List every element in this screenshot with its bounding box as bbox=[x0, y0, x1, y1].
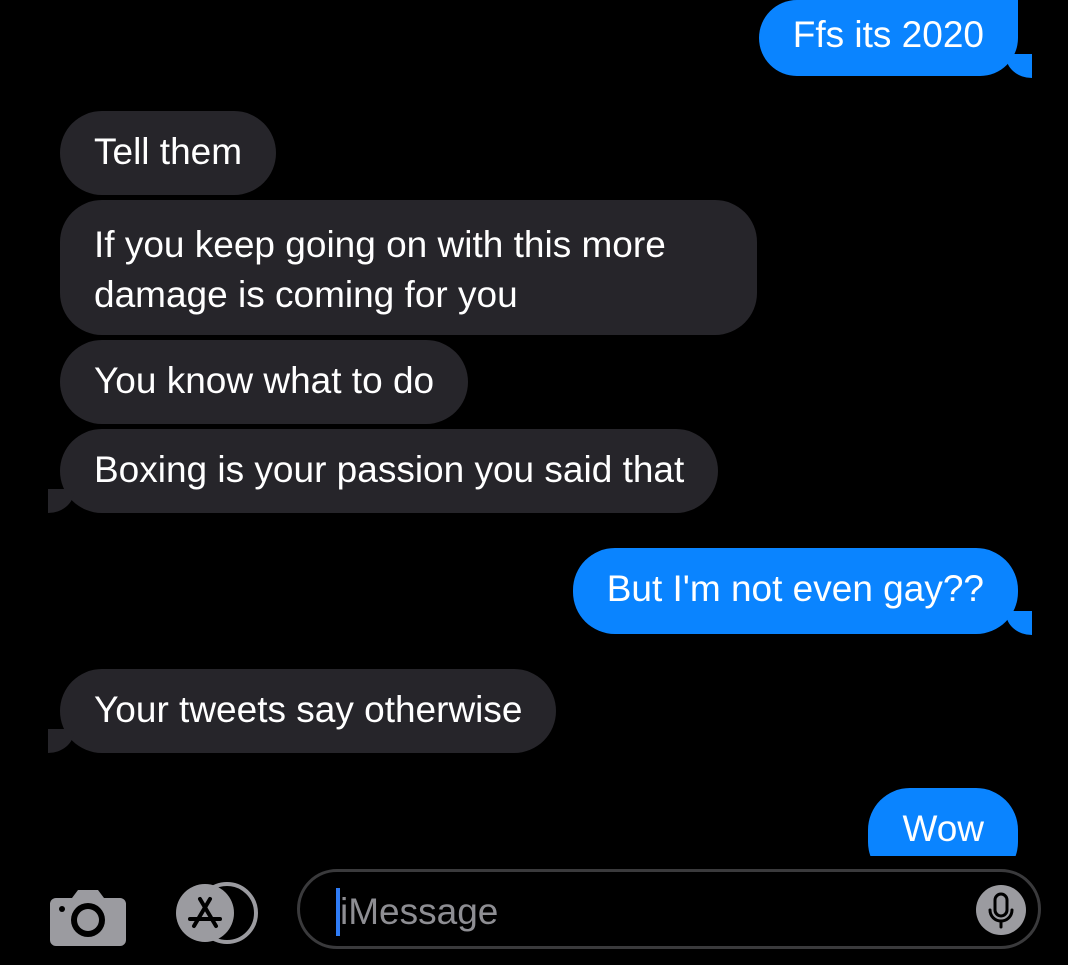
app-store-button[interactable] bbox=[172, 882, 260, 944]
incoming-message-bubble[interactable]: Boxing is your passion you said that bbox=[60, 429, 719, 513]
camera-button[interactable] bbox=[50, 884, 126, 946]
incoming-message-bubble[interactable]: You know what to do bbox=[60, 340, 469, 424]
incoming-message-bubble[interactable]: Your tweets say otherwise bbox=[60, 669, 557, 753]
message-input[interactable]: iMessage bbox=[297, 869, 1041, 949]
incoming-message-bubble[interactable]: Tell them bbox=[60, 111, 277, 195]
microphone-button[interactable] bbox=[976, 885, 1026, 935]
message-text: But I'm not even gay?? bbox=[606, 568, 984, 609]
message-text: You know what to do bbox=[94, 360, 435, 401]
message-thread: Ffs its 2020 Tell them If you keep going… bbox=[0, 0, 1068, 856]
message-text: If you keep going on with this more dama… bbox=[94, 224, 666, 315]
incoming-message-bubble[interactable]: If you keep going on with this more dama… bbox=[60, 200, 757, 335]
outgoing-message-bubble[interactable]: Ffs its 2020 bbox=[758, 0, 1018, 76]
message-text: Wow bbox=[902, 808, 984, 849]
message-text: Tell them bbox=[94, 131, 243, 172]
bubble-tail bbox=[48, 729, 74, 753]
outgoing-message-bubble[interactable]: Wow bbox=[868, 788, 1018, 856]
message-text: Your tweets say otherwise bbox=[94, 689, 523, 730]
message-text: Ffs its 2020 bbox=[792, 14, 984, 55]
message-text: Boxing is your passion you said that bbox=[94, 449, 685, 490]
message-placeholder: iMessage bbox=[340, 891, 499, 932]
bubble-tail bbox=[1006, 54, 1032, 78]
app-store-icon bbox=[176, 882, 258, 944]
bubble-tail bbox=[48, 489, 74, 513]
camera-icon bbox=[50, 890, 126, 946]
bubble-tail bbox=[1006, 611, 1032, 635]
outgoing-message-bubble[interactable]: But I'm not even gay?? bbox=[572, 548, 1018, 634]
microphone-icon bbox=[988, 892, 1014, 929]
